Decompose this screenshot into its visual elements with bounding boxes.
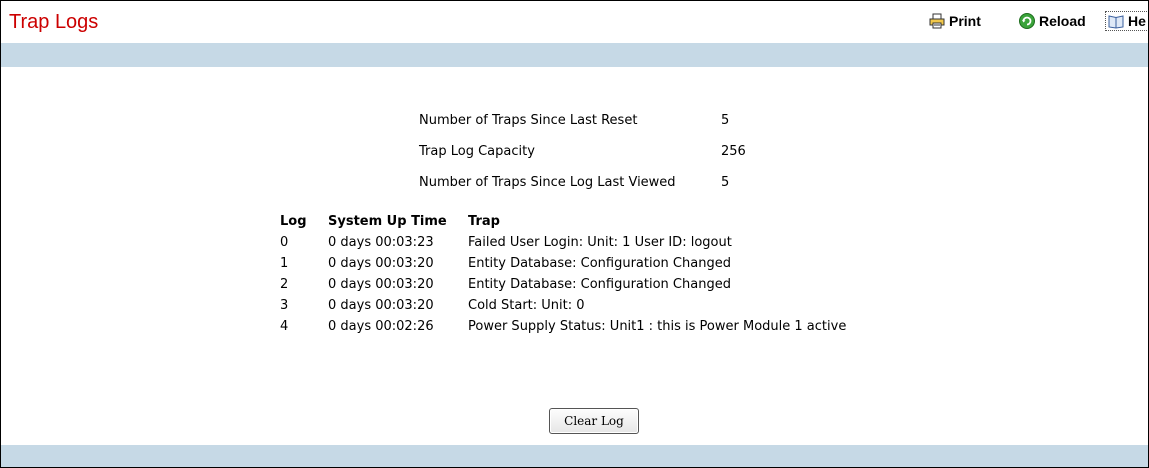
system-up-time-cell: 0 days 00:03:23: [328, 235, 434, 250]
table-row: 4 0 days 00:02:26 Power Supply Status: U…: [280, 316, 846, 337]
reload-label: Reload: [1039, 13, 1086, 29]
column-header-system-up-time: System Up Time: [328, 214, 447, 229]
table-row: 1 0 days 00:03:20 Entity Database: Confi…: [280, 253, 846, 274]
summary-label-traps-since-reset: Number of Traps Since Last Reset: [419, 113, 638, 128]
help-button[interactable]: He: [1105, 11, 1148, 31]
toolbar: Print Reload He: [927, 10, 1148, 32]
summary-value-traps-since-viewed: 5: [721, 175, 730, 190]
page-title: Trap Logs: [9, 11, 99, 33]
column-header-trap: Trap: [468, 214, 500, 229]
print-button[interactable]: Print: [927, 12, 997, 30]
trap-message-cell: Failed User Login: Unit: 1 User ID: logo…: [468, 235, 732, 250]
table-row: 2 0 days 00:03:20 Entity Database: Confi…: [280, 274, 846, 295]
trap-message-cell: Entity Database: Configuration Changed: [468, 277, 731, 292]
book-icon: [1108, 15, 1124, 29]
system-up-time-cell: 0 days 00:03:20: [328, 298, 434, 313]
trap-logs-page: Trap Logs Print Reload He Number of Trap…: [0, 0, 1149, 468]
footer-band: [1, 445, 1148, 467]
log-index-cell: 4: [280, 319, 289, 334]
table-header-row: Log System Up Time Trap: [280, 211, 846, 232]
printer-icon: [929, 13, 945, 29]
trap-message-cell: Power Supply Status: Unit1 : this is Pow…: [468, 319, 847, 334]
summary-value-traps-since-reset: 5: [721, 113, 730, 128]
system-up-time-cell: 0 days 00:03:20: [328, 256, 434, 271]
table-row: 3 0 days 00:03:20 Cold Start: Unit: 0: [280, 295, 846, 316]
reload-icon: [1019, 13, 1035, 29]
header-divider-band: [1, 43, 1148, 67]
help-label: He: [1128, 13, 1146, 29]
trap-summary: Number of Traps Since Last Reset 5 Trap …: [419, 105, 746, 198]
trap-message-cell: Cold Start: Unit: 0: [468, 298, 585, 313]
system-up-time-cell: 0 days 00:02:26: [328, 319, 434, 334]
trap-message-cell: Entity Database: Configuration Changed: [468, 256, 731, 271]
log-index-cell: 2: [280, 277, 289, 292]
log-index-cell: 3: [280, 298, 289, 313]
trap-log-table: Log System Up Time Trap 0 0 days 00:03:2…: [280, 211, 846, 337]
reload-button[interactable]: Reload: [1017, 12, 1097, 30]
summary-row: Trap Log Capacity 256: [419, 136, 746, 167]
print-label: Print: [949, 13, 981, 29]
summary-label-traps-since-viewed: Number of Traps Since Log Last Viewed: [419, 175, 676, 190]
log-index-cell: 0: [280, 235, 289, 250]
log-index-cell: 1: [280, 256, 289, 271]
clear-log-button[interactable]: Clear Log: [549, 408, 639, 434]
summary-row: Number of Traps Since Last Reset 5: [419, 105, 746, 136]
column-header-log: Log: [280, 214, 307, 229]
table-row: 0 0 days 00:03:23 Failed User Login: Uni…: [280, 232, 846, 253]
page-header: Trap Logs Print Reload He: [1, 1, 1148, 43]
summary-row: Number of Traps Since Log Last Viewed 5: [419, 167, 746, 198]
summary-label-log-capacity: Trap Log Capacity: [419, 144, 535, 159]
summary-value-log-capacity: 256: [721, 144, 746, 159]
system-up-time-cell: 0 days 00:03:20: [328, 277, 434, 292]
